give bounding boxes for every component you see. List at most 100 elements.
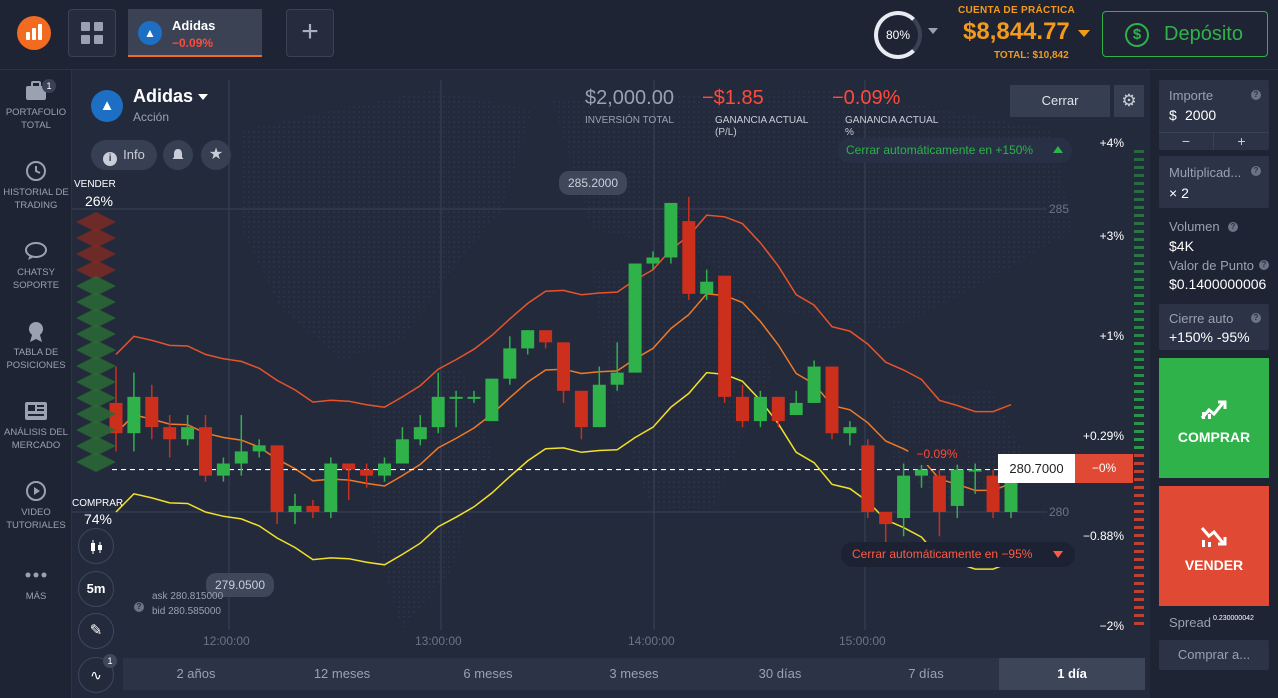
close-position-button[interactable]: Cerrar — [1010, 85, 1110, 117]
add-asset-button[interactable]: + — [286, 9, 334, 57]
candle-body — [181, 427, 195, 440]
candle-body — [127, 396, 141, 434]
candle-body — [897, 475, 911, 519]
candle-type-button[interactable] — [78, 528, 114, 564]
question-icon[interactable]: ? — [1251, 166, 1261, 176]
candle-body — [449, 396, 463, 399]
sidebar-item-history[interactable]: HISTORIAL DE TRADING — [0, 160, 72, 212]
candle-body — [557, 342, 570, 391]
sidebar-item-chat[interactable]: CHATSY SOPORTE — [0, 240, 72, 292]
x-tick-label: 15:00:00 — [839, 634, 886, 648]
candle-body — [682, 221, 696, 294]
sidebar-item-label: MÁS — [25, 591, 47, 602]
percent-scale-tick — [1134, 246, 1144, 249]
buy-sentiment-arrow — [76, 452, 116, 472]
amount-increment-button[interactable]: + — [1214, 132, 1269, 150]
timeframe-button[interactable]: 1 día — [999, 658, 1145, 690]
percent-scale-tick — [1134, 614, 1144, 617]
asset-name[interactable]: Adidas — [133, 86, 193, 107]
chevron-down-icon[interactable] — [1078, 30, 1090, 37]
candle-body — [592, 384, 606, 428]
candle-body — [324, 463, 338, 512]
percent-scale-tick — [1134, 350, 1144, 353]
draw-tool-button[interactable]: ✎ — [78, 613, 114, 649]
settings-gear-icon[interactable]: ⚙ — [1114, 85, 1144, 117]
timeframe-button[interactable]: 7 días — [853, 658, 999, 690]
percent-scale-tick — [1134, 198, 1144, 201]
percent-scale-tick — [1134, 222, 1144, 225]
sidebar-item-portfolio[interactable]: 1 PORTAFOLIO TOTAL — [0, 79, 72, 132]
question-icon[interactable]: ? — [1228, 222, 1238, 232]
chart-up-icon — [1200, 400, 1227, 419]
bell-icon — [172, 149, 184, 159]
pl-label: GANANCIA ACTUAL (P/L) — [715, 115, 808, 138]
question-icon[interactable]: ? — [1251, 313, 1261, 323]
percent-scale-tick — [1134, 486, 1144, 489]
candle-body — [736, 396, 749, 422]
candle-body — [521, 330, 535, 349]
percent-scale-tick — [1134, 238, 1144, 241]
candle-body — [807, 366, 821, 403]
amount-label: Importe — [1169, 88, 1214, 103]
candle-body — [861, 445, 875, 512]
amount-input[interactable]: 2000 — [1185, 107, 1216, 123]
sidebar-item-label: ANÁLISIS DEL MERCADO — [4, 427, 68, 451]
percent-scale-tick — [1134, 558, 1144, 561]
percent-scale-tick — [1134, 190, 1144, 193]
amount-decrement-button[interactable]: − — [1159, 132, 1214, 150]
info-button[interactable]: i Info — [91, 140, 157, 170]
sell-button[interactable]: VENDER — [1159, 486, 1269, 606]
candle-body — [306, 505, 320, 512]
percent-scale-tick — [1134, 174, 1144, 177]
candle-body — [431, 396, 445, 428]
percent-scale-tick — [1134, 606, 1144, 609]
sidebar-item-analysis[interactable]: ANÁLISIS DEL MERCADO — [0, 400, 72, 452]
question-icon[interactable]: ? — [1251, 90, 1261, 100]
candle-body — [252, 445, 266, 452]
question-icon[interactable]: ? — [1259, 260, 1269, 270]
alert-bell-button[interactable] — [163, 140, 193, 170]
amount-box[interactable]: Importe ? $ 2000 − + — [1159, 80, 1269, 150]
sidebar-item-label: CHATSY SOPORTE — [12, 267, 60, 291]
percent-scale-tick — [1134, 590, 1144, 593]
timeframe-button[interactable]: 3 meses — [561, 658, 707, 690]
auto-close-profit-label[interactable]: Cerrar automáticamente en +150% — [838, 138, 1072, 163]
sidebar-item-leaderboard[interactable]: TABLA DE POSICIONES — [0, 320, 72, 372]
app-logo[interactable] — [17, 16, 51, 50]
percent-scale-tick — [1134, 390, 1144, 393]
buy-label: COMPRAR — [1177, 429, 1251, 445]
timeframe-button[interactable]: 12 meses — [269, 658, 415, 690]
deposit-button[interactable]: $ Depósito — [1102, 11, 1268, 57]
profitability-gauge[interactable]: 80% — [874, 11, 922, 59]
indicators-button[interactable]: ∿ 1 — [78, 654, 117, 693]
interval-button[interactable]: 5m — [78, 571, 114, 607]
price-chart[interactable] — [72, 70, 1150, 698]
candle-body — [342, 463, 356, 470]
sidebar-item-more[interactable]: MÁS — [0, 564, 72, 603]
favorite-button[interactable]: ★ — [201, 140, 231, 170]
sidebar-item-tutorials[interactable]: VIDEO TUTORIALES — [0, 480, 72, 532]
sentiment-arrows — [76, 212, 116, 472]
percent-scale-tick — [1134, 166, 1144, 169]
pl-value: −$1.85 — [702, 87, 764, 109]
caret-down-icon[interactable] — [198, 94, 208, 100]
question-icon[interactable]: ? — [134, 602, 144, 612]
grid-menu-button[interactable] — [68, 9, 116, 57]
auto-close-box[interactable]: Cierre auto ? +150% -95% — [1159, 304, 1269, 350]
multiplier-box[interactable]: Multiplicad... ? × 2 — [1159, 156, 1269, 208]
asset-tab[interactable]: ▲ Adidas −0.09% — [128, 9, 262, 57]
timeframe-button[interactable]: 30 días — [707, 658, 853, 690]
chart-area[interactable]: VENDER 26% COMPRAR 74% ▲ Adidas Acción i… — [72, 70, 1150, 698]
auto-close-loss-label[interactable]: Cerrar automáticamente en −95% — [841, 542, 1075, 567]
x-tick-label: 13:00:00 — [415, 634, 462, 648]
account-balance[interactable]: $8,844.77 — [963, 18, 1070, 46]
portfolio-badge: 1 — [42, 79, 56, 93]
timeframe-button[interactable]: 2 años — [123, 658, 269, 690]
chevron-down-icon[interactable] — [928, 28, 938, 34]
buy-button[interactable]: COMPRAR — [1159, 358, 1269, 478]
candle-body — [753, 396, 767, 422]
buy-at-button[interactable]: Comprar a... — [1159, 640, 1269, 670]
timeframe-button[interactable]: 6 meses — [415, 658, 561, 690]
percent-scale-tick — [1134, 302, 1144, 305]
percent-scale-tick — [1134, 214, 1144, 217]
